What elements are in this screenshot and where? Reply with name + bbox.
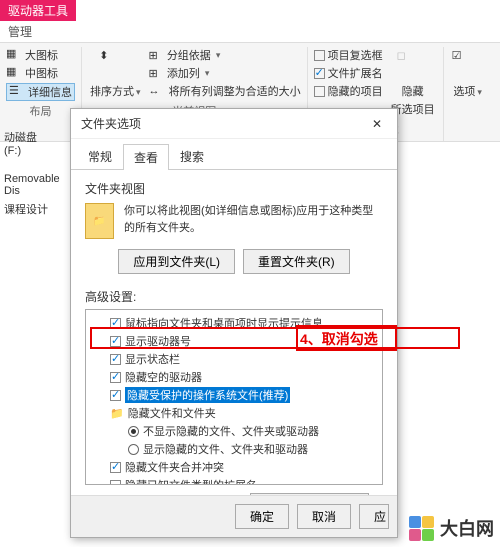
tree-checkbox[interactable] (110, 336, 121, 347)
manage-tab[interactable]: 管理 (0, 21, 500, 43)
add-column-icon: ⊞ (149, 67, 158, 80)
tree-checkbox[interactable] (110, 480, 121, 486)
dialog-title: 文件夹选项 (81, 115, 141, 132)
checkbox-icon (314, 50, 325, 61)
cancel-button[interactable]: 取消 (297, 504, 351, 529)
add-column[interactable]: ⊞ 添加列 (149, 65, 301, 81)
sidebar-drive[interactable]: 动磁盘 (F:) (0, 127, 60, 159)
hidden-items-toggle[interactable]: 隐藏的项目 (314, 83, 383, 99)
annotation-text: 4、取消勾选 (300, 329, 378, 349)
view-details[interactable]: ☰详细信息 (6, 83, 75, 101)
tree-radio[interactable] (128, 444, 139, 455)
ok-button[interactable]: 确定 (235, 504, 289, 529)
sort-by-button[interactable]: ⬍ 排序方式 (88, 47, 143, 101)
view-large-icons[interactable]: ▦大图标 (6, 47, 75, 63)
apply-to-folders-button[interactable]: 应用到文件夹(L) (118, 249, 235, 274)
watermark-icon (408, 515, 434, 541)
dialog-tabs: 常规 查看 搜索 (71, 143, 397, 170)
checkbox-icon (314, 68, 325, 79)
item-checkbox-toggle[interactable]: 项目复选框 (314, 47, 383, 63)
tab-general[interactable]: 常规 (77, 143, 123, 169)
medium-icon-icon: ▦ (6, 65, 22, 81)
tree-checkbox-hide-protected[interactable] (110, 390, 121, 401)
fit-all-columns[interactable]: ↔ 将所有列调整为合适的大小 (149, 83, 301, 99)
tree-checkbox[interactable] (110, 318, 121, 329)
view-medium-icons[interactable]: ▦中图标 (6, 65, 75, 81)
fitcol-icon: ↔ (149, 85, 160, 97)
tree-item-hide-protected[interactable]: 隐藏受保护的操作系统文件(推荐) (125, 387, 290, 403)
sidebar-removable[interactable]: Removable Dis (0, 171, 60, 199)
tree-checkbox[interactable] (110, 354, 121, 365)
sidebar: 动磁盘 (F:) Removable Dis 课程设计 (0, 127, 60, 219)
hide-icon: ◻ (397, 49, 429, 81)
file-ext-toggle[interactable]: 文件扩展名 (314, 65, 383, 81)
large-icon-icon: ▦ (6, 47, 22, 63)
group-by[interactable]: ⊞ 分组依据 (149, 47, 301, 63)
tree-radio[interactable] (128, 426, 139, 437)
sidebar-course[interactable]: 课程设计 (0, 199, 60, 219)
options-button[interactable]: ☑ 选项 (450, 47, 486, 101)
reset-folders-button[interactable]: 重置文件夹(R) (243, 249, 350, 274)
advanced-label: 高级设置: (85, 288, 383, 305)
layout-label: 布局 (30, 101, 52, 123)
folder-node-icon: 📁 (110, 407, 124, 420)
tab-view[interactable]: 查看 (123, 144, 169, 170)
tab-search[interactable]: 搜索 (169, 143, 215, 169)
group-icon: ⊞ (149, 49, 158, 62)
checkbox-icon (314, 86, 325, 97)
folder-view-heading: 文件夹视图 (85, 180, 383, 197)
details-icon: ☰ (9, 84, 25, 100)
tree-checkbox[interactable] (110, 462, 121, 473)
close-button[interactable]: ✕ (367, 117, 387, 131)
watermark: 大白网 (408, 515, 494, 541)
folder-icon: 📁 (85, 203, 114, 239)
tree-checkbox[interactable] (110, 372, 121, 383)
context-tab: 驱动器工具 (0, 0, 76, 21)
sort-icon: ⬍ (99, 49, 131, 81)
folder-view-text: 你可以将此视图(如详细信息或图标)应用于这种类型的所有文件夹。 (124, 203, 383, 236)
apply-button[interactable]: 应 (359, 504, 389, 529)
options-icon: ☑ (452, 49, 484, 81)
folder-options-dialog: 文件夹选项 ✕ 常规 查看 搜索 文件夹视图 📁 你可以将此视图(如详细信息或图… (70, 108, 398, 538)
